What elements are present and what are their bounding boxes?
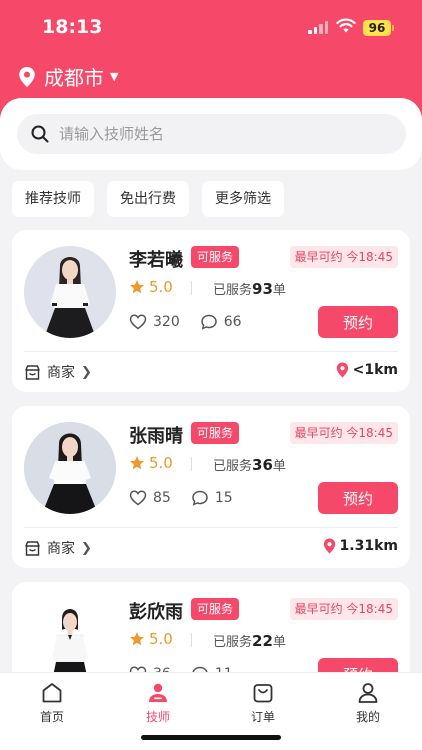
availability-badge: 可服务 [191,598,240,620]
served-number: 93 [252,280,273,298]
tab-technician[interactable]: 技师 [123,681,193,725]
divider [191,633,192,647]
book-button[interactable]: 预约 [318,306,398,338]
availability-badge: 可服务 [191,422,240,444]
divider [191,457,192,471]
served-count: 已服务36单 [213,455,286,474]
filter-free-travel[interactable]: 免出行费 [107,181,189,217]
store-icon [25,364,40,380]
likes-count: 85 [153,490,171,506]
served-number: 22 [252,632,273,650]
chevron-down-icon: ▼ [110,70,119,83]
technician-avatar [24,422,116,514]
social-stats: 320 66 [129,313,242,331]
rating-value: 5.0 [149,278,173,296]
technician-icon [149,683,167,702]
distance-value: <1km [352,362,398,378]
served-unit: 单 [272,283,286,298]
comments-count: 66 [223,314,242,330]
home-indicator [141,735,281,740]
social-stats: 85 15 [129,489,233,507]
served-prefix: 已服务 [213,283,253,298]
technician-name: 张雨晴 [129,426,183,447]
battery-level: 96 [363,20,391,36]
comment-icon[interactable] [191,489,209,507]
served-number: 36 [252,456,273,474]
divider [24,527,398,528]
search-bar[interactable] [17,114,406,154]
cellular-signal-icon [308,21,328,34]
status-time: 18:13 [42,16,103,38]
merchant-label: 商家 [47,365,75,381]
profile-icon [358,683,378,703]
merchant-link[interactable]: 商家 ❯ [24,362,92,382]
home-icon [42,683,62,703]
search-icon [31,125,49,143]
divider [24,351,398,352]
rating: 5.0 [129,454,173,472]
tab-label: 技师 [145,710,170,724]
chevron-right-icon: ❯ [81,540,92,556]
tab-orders[interactable]: 订单 [228,681,298,725]
heart-icon[interactable] [129,313,147,331]
chevron-right-icon: ❯ [81,364,92,380]
technician-avatar [24,246,116,338]
store-icon [25,540,40,556]
filter-recommended[interactable]: 推荐技师 [12,181,94,217]
rating-value: 5.0 [149,454,173,472]
tab-label: 我的 [355,710,380,724]
served-count: 已服务22单 [213,631,286,650]
city-name: 成都市 [44,66,104,90]
distance-value: 1.31km [339,538,398,554]
star-icon [130,632,144,646]
rating-value: 5.0 [149,630,173,648]
search-input[interactable] [59,125,379,143]
wifi-icon [336,18,356,33]
book-button[interactable]: 预约 [318,482,398,514]
comments-count: 15 [214,490,233,506]
served-count: 已服务93单 [213,279,286,298]
tab-profile[interactable]: 我的 [333,681,403,725]
filter-chips: 推荐技师 免出行费 更多筛选 [12,181,284,217]
rating: 5.0 [129,278,173,296]
served-prefix: 已服务 [213,635,253,650]
technician-card[interactable]: 张雨晴 可服务 最早可约 今18:45 5.0 已服务36单 85 15 预约 … [12,406,410,568]
technician-card[interactable]: 李若曦 可服务 最早可约 今18:45 5.0 已服务93单 320 66 预约… [12,230,410,392]
served-prefix: 已服务 [213,459,253,474]
availability-badge: 可服务 [191,246,240,268]
merchant-link[interactable]: 商家 ❯ [24,538,92,558]
served-unit: 单 [272,635,286,650]
technician-name: 李若曦 [129,250,183,271]
distance: <1km [336,362,398,378]
location-pin-icon [323,538,335,554]
merchant-label: 商家 [47,541,75,557]
tab-home[interactable]: 首页 [17,681,87,725]
filter-more[interactable]: 更多筛选 [202,181,284,217]
status-bar: 18:13 96 [0,0,422,52]
technician-name: 彭欣雨 [129,602,183,623]
heart-icon[interactable] [129,489,147,507]
star-icon [130,280,144,294]
order-bag-icon [253,684,273,703]
served-unit: 单 [272,459,286,474]
tab-label: 订单 [250,710,275,724]
rating: 5.0 [129,630,173,648]
earliest-time-badge: 最早可约 今18:45 [289,246,398,268]
city-selector[interactable]: 成都市 ▼ [18,62,118,91]
star-icon [130,456,144,470]
distance: 1.31km [323,538,398,554]
battery-tip [392,25,394,31]
location-pin-icon [19,66,35,87]
comment-icon[interactable] [200,313,218,331]
earliest-time-badge: 最早可约 今18:45 [289,598,398,620]
divider [191,281,192,295]
likes-count: 320 [153,314,180,330]
location-pin-icon [336,362,348,378]
tab-label: 首页 [39,710,64,724]
earliest-time-badge: 最早可约 今18:45 [289,422,398,444]
